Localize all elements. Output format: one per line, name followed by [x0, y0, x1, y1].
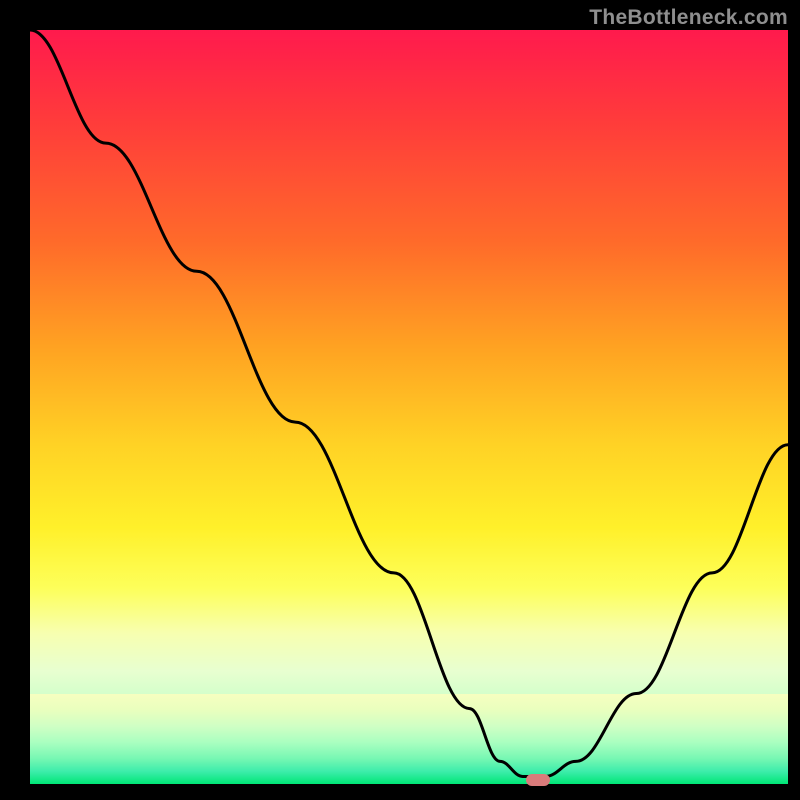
chart-frame: TheBottleneck.com — [0, 0, 800, 800]
bottleneck-curve — [30, 30, 788, 784]
watermark-text: TheBottleneck.com — [589, 6, 788, 30]
optimal-point-marker — [526, 774, 550, 786]
plot-area — [30, 30, 788, 784]
